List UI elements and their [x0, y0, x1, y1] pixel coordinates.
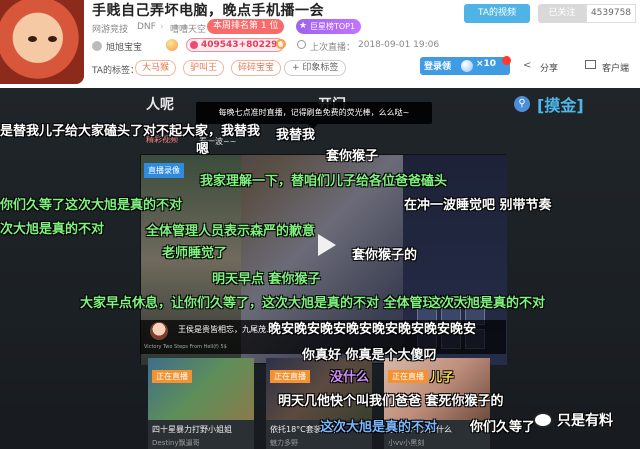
last-live-time: 2018-09-01 19:06: [358, 40, 440, 50]
watermark-text: 只是有料: [557, 413, 613, 429]
recording-title[interactable]: 王侯是贵皆相忘，九尾茂...: [178, 324, 274, 335]
danmaku-comment: 明天早点 套你猴子: [212, 272, 321, 287]
live-badge: 正在直播: [152, 370, 192, 383]
category-link-game[interactable]: DNF: [137, 22, 156, 32]
star-rank-badge[interactable]: ★ 巨星榜TOP1: [296, 19, 362, 34]
avatar-eye-right: [48, 36, 57, 42]
tag-chip[interactable]: 碎碎宝宝: [231, 60, 282, 76]
recommended-stream-card[interactable]: 正在直播 四十星暴力打野小姐姐 Destiny飘逼哥: [148, 358, 254, 449]
danmaku-comment: 老师睡觉了: [162, 246, 228, 261]
heat-count: 409543+80229: [186, 38, 285, 52]
danmaku-comment: 晚安晚安晚安晚安晚安晚安晚安晚安: [268, 322, 477, 337]
danmaku-comment: 你真好 你真是个大傻叼: [302, 348, 437, 363]
breadcrumb-separator-2: ›: [160, 22, 164, 32]
share-icon[interactable]: <: [523, 60, 531, 71]
stream-author: 魅力多野: [270, 439, 298, 447]
fish-egg-icon: [166, 39, 178, 51]
recording-avatar[interactable]: [150, 322, 168, 340]
live-badge: 正在直播: [270, 370, 310, 383]
room-header: 手贱自己弄坏电脑，晚点手机播一会 网游竞技 › DNF › 嘈嘈天空 本周排名第…: [0, 0, 640, 88]
danmaku-comment: 我替我: [276, 128, 316, 143]
user-icon: [92, 41, 102, 51]
avatar-eye-left: [28, 36, 37, 42]
danmaku-comment: 你们久等了: [470, 420, 536, 435]
clock-icon: [297, 40, 306, 49]
client-download-button[interactable]: 客户端: [602, 61, 629, 74]
live-player-area[interactable]: 人呢 开门 每晚七点准时直播，记得刷鱼免费的荧光棒，么么哒~ ⚲ [摸金] 精彩…: [0, 88, 640, 449]
category-link-main[interactable]: 网游竞技: [92, 22, 128, 35]
tag-chip[interactable]: 驴叫王: [183, 60, 225, 76]
category-link-zone[interactable]: 嘈嘈天空: [170, 22, 206, 35]
follow-button[interactable]: 已关注: [538, 4, 586, 23]
notification-dot: [502, 56, 511, 65]
danmaku-comment: 没什么: [330, 370, 370, 385]
last-live-label: 上次直播：: [310, 43, 356, 53]
live-badge: 正在直播: [388, 370, 428, 383]
level-icon: [276, 39, 286, 49]
stream-author: 小vv小黑刻: [388, 439, 425, 447]
danmaku-comment: 这次大旭是真的不对: [320, 420, 438, 435]
danmaku-comment: 你们久等了这次大旭是真的不对: [0, 198, 183, 213]
danmaku-comment: 嗯: [196, 142, 210, 157]
danmaku-comment: 儿子: [430, 370, 455, 384]
danmaku-comment: 次大旭是真的不对: [0, 222, 105, 237]
danmaku-comment: 我家理解一下，替咱们儿子给各位爸爸磕头: [200, 174, 448, 189]
ta-videos-button[interactable]: TA的视频: [464, 4, 530, 23]
danmaku-comment: 全体管理人员表示森严的歉意: [146, 224, 316, 239]
recording-badge[interactable]: 直播录像: [144, 163, 184, 178]
stream-thumbnail: [148, 358, 254, 420]
follower-count: 4539758: [586, 4, 636, 23]
streamer-name[interactable]: 旭旭宝宝: [106, 40, 142, 53]
tags-label: TA的标签：: [92, 66, 139, 76]
danmaku-comment: 套你猴子: [326, 149, 379, 164]
danmaku-comment: 在冲一波睡觉吧 别带节奏: [404, 198, 552, 213]
client-icon[interactable]: [585, 60, 596, 69]
play-icon[interactable]: [318, 234, 336, 256]
yuwan-count: ×10: [476, 59, 497, 69]
room-title: 手贱自己弄坏电脑，晚点手机播一会: [92, 3, 324, 19]
danmaku-comment: 套你猴子的: [352, 248, 418, 263]
mojin-label[interactable]: [摸金]: [537, 92, 584, 116]
stream-author: Destiny飘逼哥: [152, 439, 200, 447]
channel-label-left: 人呢: [146, 97, 174, 113]
danmaku-comment: 是替我儿子给大家磕头了对不起大家，我替我: [0, 124, 261, 139]
breadcrumb-separator-1: ›: [125, 22, 129, 32]
wechat-icon: [533, 412, 553, 428]
stream-title: 四十星暴力打野小姐姐: [152, 425, 232, 434]
star-badge-label: 巨星榜TOP1: [310, 22, 356, 31]
yuwan-icon: [461, 60, 473, 72]
tag-chip[interactable]: 大马猴: [135, 60, 177, 76]
weekly-rank-badge[interactable]: 本周排名第 1 位: [207, 19, 285, 34]
link-icon[interactable]: ⚲: [514, 96, 530, 112]
login-reward-label: 登录领: [424, 62, 452, 72]
danmaku-comment: 大家早点休息，让你们久等了，这次大旭是真的不对 全体管理人员表示: [80, 296, 488, 311]
star-icon: ★: [299, 21, 308, 31]
danmaku-comment: 明天几他快个叫我们爸爸 套死你猴子的: [278, 394, 504, 409]
streamer-avatar[interactable]: [0, 0, 84, 84]
share-button[interactable]: 分享: [540, 61, 558, 74]
danmaku-comment: 这次大旭是真的不对: [428, 296, 546, 311]
add-tag-button[interactable]: + 印象标签: [284, 60, 347, 76]
recording-subtitle: Victory Two Steps From Hell(f) 5$: [144, 344, 227, 350]
